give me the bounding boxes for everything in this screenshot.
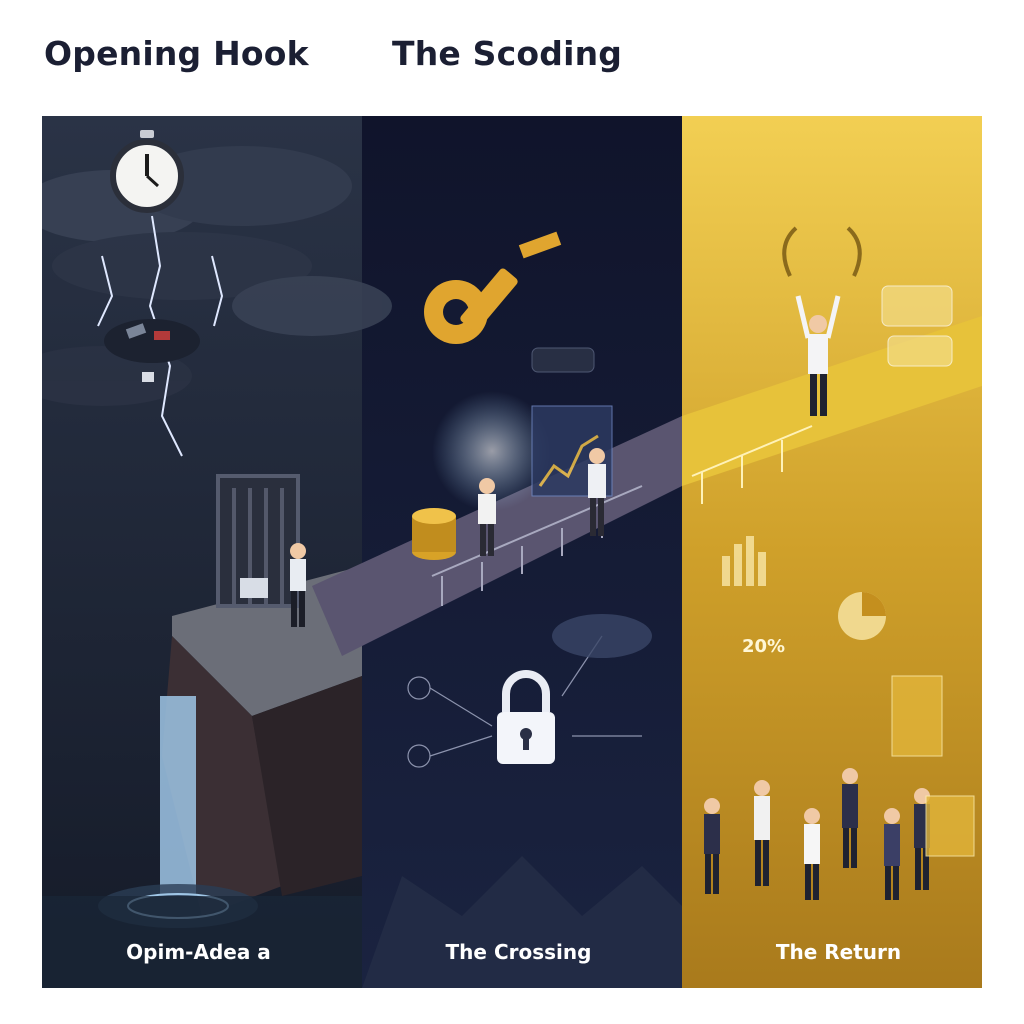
caption-panel-middle: The Crossing	[445, 940, 592, 964]
info-cards	[881, 285, 953, 367]
heading-the-scoding: The Scoding	[392, 34, 623, 73]
pie-chart-icon	[838, 592, 886, 640]
coins-icon	[412, 508, 456, 560]
cloud-badge	[552, 614, 652, 658]
caption-panel-left: Opim-Adea a	[126, 940, 271, 964]
panel-right-bg	[682, 116, 982, 988]
percentage-badge: 20%	[742, 636, 786, 657]
heading-opening-hook: Opening Hook	[44, 34, 309, 73]
caption-panel-right: The Return	[775, 940, 902, 964]
triptych-artwork	[42, 116, 982, 988]
illustration-triptych: 20% Opim-Adea a The Crossing The Return	[42, 116, 982, 988]
